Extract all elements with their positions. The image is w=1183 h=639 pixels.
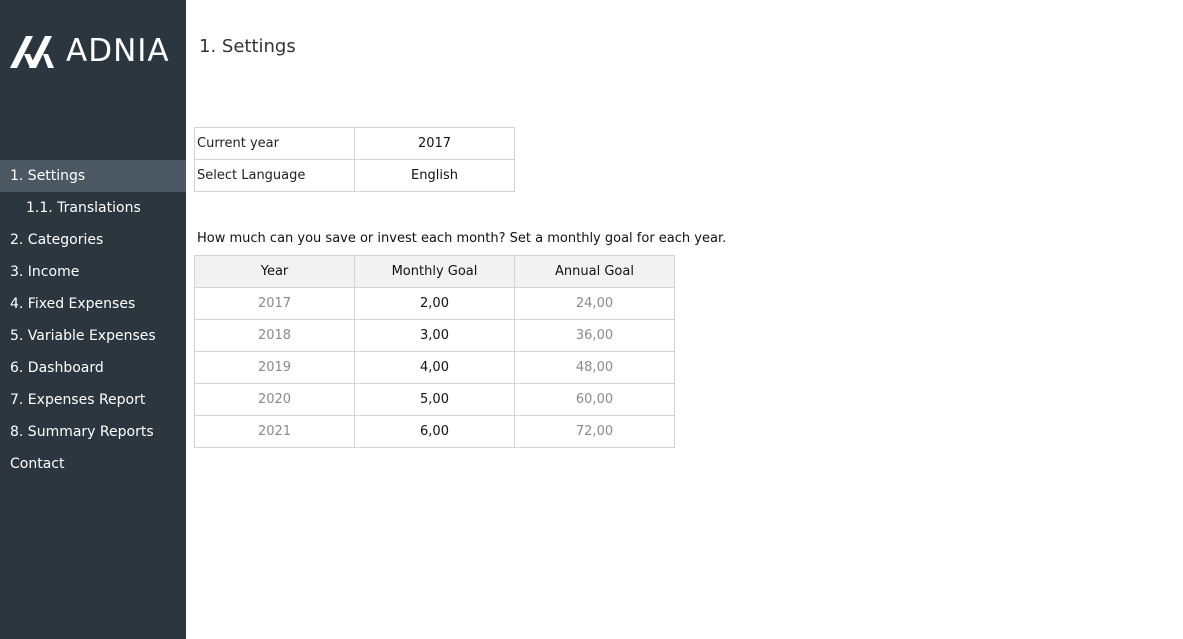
monthly-goal-input[interactable]: 3,00 xyxy=(354,319,515,352)
sidebar-item-categories[interactable]: 2. Categories xyxy=(0,224,186,256)
year-cell: 2020 xyxy=(194,383,355,416)
monthly-goal-input[interactable]: 6,00 xyxy=(354,415,515,448)
settings-table: Current year 2017 Select Language Englis… xyxy=(194,127,515,192)
sidebar-item-translations[interactable]: 1.1. Translations xyxy=(0,192,186,224)
sidebar-item-expenses-report[interactable]: 7. Expenses Report xyxy=(0,384,186,416)
column-header-monthly-goal: Monthly Goal xyxy=(354,255,515,288)
sidebar-item-fixed-expenses[interactable]: 4. Fixed Expenses xyxy=(0,288,186,320)
sidebar: ADNIA 1. Settings 1.1. Translations 2. C… xyxy=(0,0,186,639)
language-select[interactable]: English xyxy=(354,159,515,192)
annual-goal-cell: 60,00 xyxy=(514,383,675,416)
current-year-field[interactable]: 2017 xyxy=(354,127,515,160)
savings-goals-table: Year Monthly Goal Annual Goal 2017 2,00 … xyxy=(194,255,675,448)
year-cell: 2017 xyxy=(194,287,355,320)
sidebar-item-income[interactable]: 3. Income xyxy=(0,256,186,288)
adnia-logo-icon xyxy=(10,36,54,68)
brand-logo: ADNIA xyxy=(10,34,170,68)
settings-row-language: Select Language English xyxy=(194,159,515,192)
table-row: 2020 5,00 60,00 xyxy=(194,383,675,416)
column-header-year: Year xyxy=(194,255,355,288)
monthly-goal-input[interactable]: 4,00 xyxy=(354,351,515,384)
table-row: 2017 2,00 24,00 xyxy=(194,287,675,320)
sidebar-item-variable-expenses[interactable]: 5. Variable Expenses xyxy=(0,320,186,352)
current-year-label: Current year xyxy=(194,127,355,160)
page-title: 1. Settings xyxy=(199,36,296,57)
savings-goal-prompt: How much can you save or invest each mon… xyxy=(197,231,727,246)
sidebar-item-summary-reports[interactable]: 8. Summary Reports xyxy=(0,416,186,448)
table-row: 2018 3,00 36,00 xyxy=(194,319,675,352)
annual-goal-cell: 48,00 xyxy=(514,351,675,384)
table-row: 2019 4,00 48,00 xyxy=(194,351,675,384)
sidebar-item-contact[interactable]: Contact xyxy=(0,448,186,480)
annual-goal-cell: 24,00 xyxy=(514,287,675,320)
monthly-goal-input[interactable]: 2,00 xyxy=(354,287,515,320)
annual-goal-cell: 72,00 xyxy=(514,415,675,448)
monthly-goal-input[interactable]: 5,00 xyxy=(354,383,515,416)
settings-row-current-year: Current year 2017 xyxy=(194,127,515,160)
year-cell: 2019 xyxy=(194,351,355,384)
table-header-row: Year Monthly Goal Annual Goal xyxy=(194,255,675,288)
brand-name: ADNIA xyxy=(66,33,170,69)
sidebar-nav: 1. Settings 1.1. Translations 2. Categor… xyxy=(0,160,186,480)
table-row: 2021 6,00 72,00 xyxy=(194,415,675,448)
sidebar-item-settings[interactable]: 1. Settings xyxy=(0,160,186,192)
annual-goal-cell: 36,00 xyxy=(514,319,675,352)
column-header-annual-goal: Annual Goal xyxy=(514,255,675,288)
year-cell: 2021 xyxy=(194,415,355,448)
sidebar-item-dashboard[interactable]: 6. Dashboard xyxy=(0,352,186,384)
year-cell: 2018 xyxy=(194,319,355,352)
app-window: ADNIA 1. Settings 1.1. Translations 2. C… xyxy=(0,0,1183,639)
language-label: Select Language xyxy=(194,159,355,192)
